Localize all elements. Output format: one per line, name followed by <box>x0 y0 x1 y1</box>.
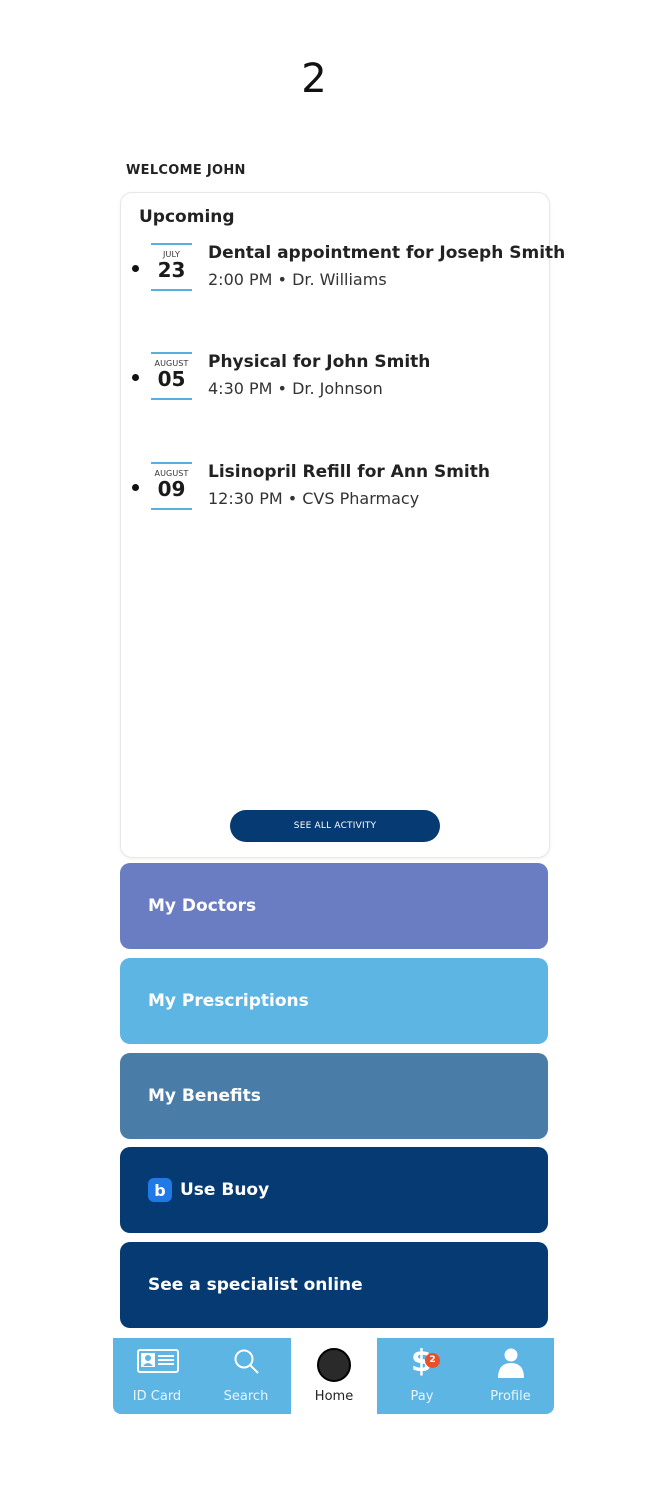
see-specialist-label: See a specialist online <box>148 1275 363 1295</box>
see-specialist-button[interactable]: See a specialist online <box>120 1242 548 1328</box>
date-badge: JULY 23 <box>151 243 192 291</box>
search-icon <box>234 1349 259 1374</box>
bullet-dot <box>132 374 139 381</box>
tab-search[interactable]: Search <box>201 1338 291 1414</box>
tab-profile[interactable]: Profile <box>467 1338 554 1414</box>
appointment-detail: 4:30 PM • Dr. Johnson <box>208 379 383 398</box>
appointment-item[interactable]: AUGUST 09 Lisinopril Refill for Ann Smit… <box>121 462 549 522</box>
my-benefits-button[interactable]: My Benefits <box>120 1053 548 1139</box>
step-number: 2 <box>301 56 327 102</box>
use-buoy-label: Use Buoy <box>180 1180 270 1200</box>
see-all-activity-button[interactable]: SEE ALL ACTIVITY <box>230 810 440 842</box>
date-day: 09 <box>157 477 186 501</box>
date-day: 05 <box>157 367 186 391</box>
upcoming-card: Upcoming JULY 23 Dental appointment for … <box>120 192 565 858</box>
tab-pay[interactable]: $ 2 Pay <box>377 1338 467 1414</box>
date-badge: AUGUST 09 <box>151 462 192 510</box>
id-card-icon <box>137 1349 179 1373</box>
welcome-heading: WELCOME JOHN <box>126 163 246 178</box>
buoy-logo-icon: b <box>148 1178 172 1202</box>
my-doctors-button[interactable]: My Doctors <box>120 863 548 949</box>
tab-search-label: Search <box>223 1389 269 1404</box>
appointment-detail: 2:00 PM • Dr. Williams <box>208 270 387 289</box>
bottom-tab-bar: ID Card Search Home $ 2 Pay Profile <box>113 1338 554 1414</box>
appointment-item[interactable]: AUGUST 05 Physical for John Smith 4:30 P… <box>121 352 549 412</box>
bullet-dot <box>132 484 139 491</box>
date-day: 23 <box>157 258 186 282</box>
appointment-item[interactable]: JULY 23 Dental appointment for Joseph Sm… <box>121 243 565 303</box>
my-benefits-label: My Benefits <box>148 1086 261 1106</box>
tab-home-label: Home <box>314 1389 354 1404</box>
appointment-title: Lisinopril Refill for Ann Smith <box>208 462 490 482</box>
person-icon <box>498 1348 524 1378</box>
appointment-title: Physical for John Smith <box>208 352 431 372</box>
upcoming-title: Upcoming <box>139 207 235 227</box>
tab-home[interactable]: Home <box>291 1338 377 1414</box>
tab-id-card[interactable]: ID Card <box>113 1338 201 1414</box>
date-badge: AUGUST 05 <box>151 352 192 400</box>
home-circle-icon <box>317 1348 351 1382</box>
my-prescriptions-label: My Prescriptions <box>148 991 309 1011</box>
appointment-title: Dental appointment for Joseph Smith <box>208 243 566 263</box>
my-doctors-label: My Doctors <box>148 896 257 916</box>
pay-badge: 2 <box>425 1353 440 1368</box>
my-prescriptions-button[interactable]: My Prescriptions <box>120 958 548 1044</box>
tab-id-card-label: ID Card <box>132 1389 182 1404</box>
bullet-dot <box>132 265 139 272</box>
tab-pay-label: Pay <box>410 1389 434 1404</box>
tab-profile-label: Profile <box>490 1389 531 1404</box>
use-buoy-button[interactable]: b Use Buoy <box>120 1147 548 1233</box>
appointment-detail: 12:30 PM • CVS Pharmacy <box>208 489 420 508</box>
